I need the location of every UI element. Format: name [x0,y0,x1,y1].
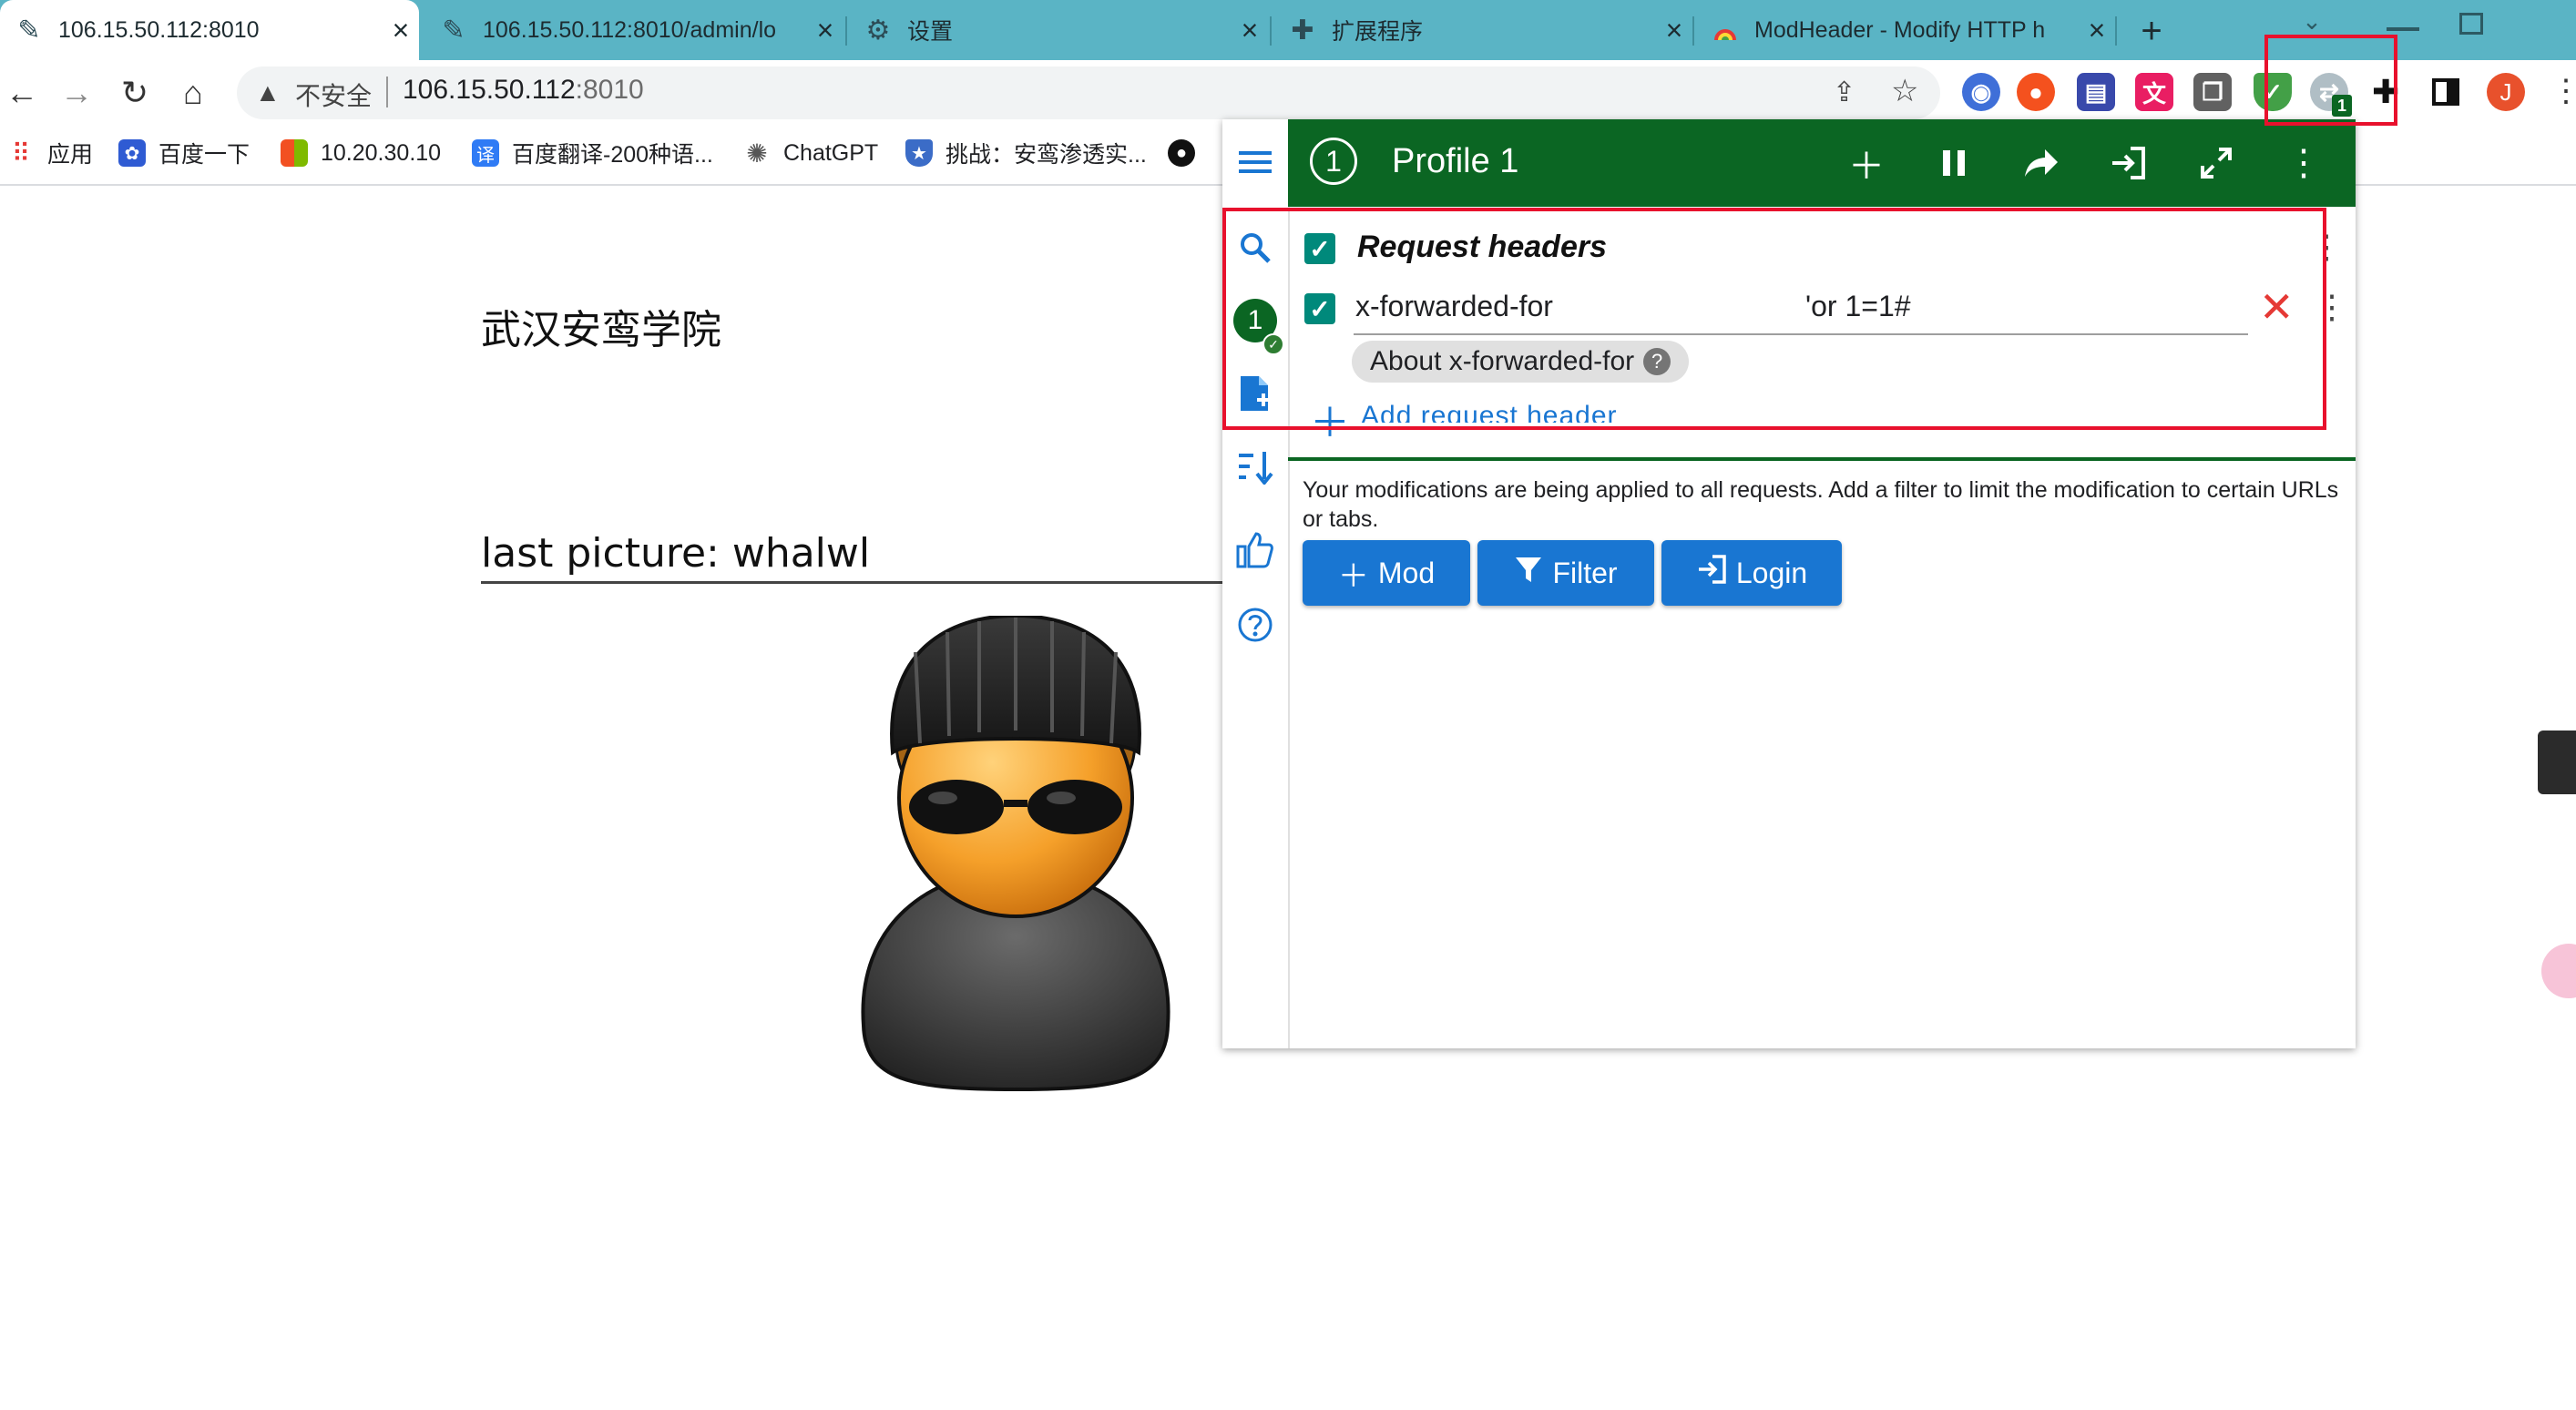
back-icon[interactable]: ← [0,71,44,115]
filter-button-label: Filter [1552,556,1618,589]
profile-name[interactable]: Profile 1 [1392,142,1518,181]
tab-separator [845,16,847,46]
import-icon[interactable] [2104,138,2153,188]
pen-icon: ✎ [17,15,41,46]
hacker-avatar-image [861,616,1170,1092]
share-arrow-icon[interactable] [2017,138,2066,188]
bookmark-apps[interactable]: ⠿ 应用 [7,135,93,171]
tab-close-button[interactable]: × [807,14,843,47]
tab-3[interactable]: ⚙ 设置 × [849,0,1268,60]
modheader-icon [1709,14,1742,46]
tab-close-button[interactable]: × [1656,14,1692,47]
tab-title: 106.15.50.112:8010/admin/lo [483,16,777,43]
picture-caption: last picture: whalwl [481,530,871,577]
profile-avatar[interactable]: J [2487,73,2525,111]
bookmark-github[interactable]: ● [1168,135,1208,171]
tab-separator [1692,16,1694,46]
bookmark-ip[interactable]: 10.20.30.10 [281,135,441,171]
floating-input-widget[interactable] [2541,944,2576,998]
login-button-label: Login [1735,556,1808,589]
login-button[interactable]: Login [1661,540,1842,606]
tab-search-chevron-icon[interactable]: ⌄ [2290,7,2334,35]
gear-icon: ⚙ [865,15,891,46]
minimize-icon[interactable] [2387,27,2419,31]
translate-extension-icon[interactable]: 文 [2135,73,2173,111]
share-icon[interactable]: ⇪ [1833,77,1855,108]
url-host: 106.15.50.112 [403,75,576,105]
url-port: :8010 [575,75,644,105]
apps-grid-icon: ⠿ [11,138,31,168]
baidu-paw-icon: ✿ [118,139,146,167]
forward-icon[interactable]: → [55,71,98,115]
modification-info-text: Your modifications are being applied to … [1303,477,2339,532]
tab-separator [2115,16,2117,46]
highlight-box-extension [2264,35,2397,126]
tab-5[interactable]: ModHeader - Modify HTTP h × [1696,0,2115,60]
restore-icon[interactable] [2459,13,2483,35]
tab-1[interactable]: ✎ 106.15.50.112:8010 × [0,0,419,60]
bookmark-chatgpt[interactable]: ✺ ChatGPT [743,135,878,171]
globe-extension-icon[interactable]: ◉ [1962,73,2000,111]
puzzle-icon: ✚ [1291,15,1314,46]
help-circle-icon[interactable] [1235,605,1275,645]
add-filter-button[interactable]: Filter [1477,540,1654,606]
bookmark-label: 百度翻译-200种语... [512,142,713,168]
menu-kebab-icon[interactable]: ⋮ [2550,73,2576,109]
caption-underline [481,581,1228,584]
tab-4[interactable]: ✚ 扩展程序 × [1273,0,1692,60]
bookmark-label: 10.20.30.10 [321,139,442,166]
omnibox-divider [386,77,388,107]
filter-icon [1514,555,1543,592]
new-tab-button[interactable]: + [2130,9,2173,53]
tab-title: 106.15.50.112:8010 [58,16,260,43]
tab-title: ModHeader - Modify HTTP h [1754,16,2046,43]
openai-icon: ✺ [746,138,768,168]
bookmark-star-icon[interactable]: ☆ [1891,73,1918,109]
warning-icon[interactable]: ▲ [255,78,281,107]
home-icon[interactable]: ⌂ [171,71,215,115]
mod-button-label: Mod [1377,556,1436,589]
tab-title: 扩展程序 [1332,19,1424,45]
shield-icon: ★ [905,139,933,167]
windows-logo-icon [281,139,308,167]
bookmark-label: ChatGPT [783,139,879,166]
tab-close-button[interactable]: × [1232,14,1268,47]
login-icon [1696,554,1727,593]
expand-icon[interactable] [2192,138,2241,188]
bookmark-label: 挑战：安鸾渗透实... [946,142,1147,168]
translate-icon: 译 [472,139,499,167]
bookmark-challenge[interactable]: ★ 挑战：安鸾渗透实... [905,135,1147,171]
highlight-box-request-headers [1222,208,2326,430]
sort-icon[interactable] [1235,446,1275,486]
pause-icon[interactable] [1929,138,1978,188]
security-label[interactable]: 不安全 [295,77,372,113]
reload-icon[interactable]: ↻ [113,71,157,115]
cookie-extension-icon[interactable]: ● [2017,73,2055,111]
add-icon[interactable]: ＋ [1842,138,1891,188]
hamburger-menu-icon[interactable] [1235,142,1275,182]
tab-separator [1270,16,1272,46]
page-heading: 武汉安鸾学院 [481,307,721,353]
github-icon: ● [1168,139,1195,167]
floating-mic-widget[interactable] [2538,731,2576,794]
save-extension-icon[interactable]: ▤ [2077,73,2115,111]
side-panel-icon[interactable] [2432,78,2459,106]
tabs-extension-icon[interactable]: ❐ [2193,73,2232,111]
pen-icon: ✎ [442,15,465,46]
thumbs-up-icon[interactable] [1235,530,1275,570]
bookmark-baidu[interactable]: ✿ 百度一下 [118,135,250,171]
tab-close-button[interactable]: × [383,14,419,47]
url-text[interactable]: 106.15.50.112:8010 [403,75,644,106]
plus-icon: ＋ [1337,558,1369,594]
bookmark-label: 百度一下 [158,142,250,168]
section-divider [1288,457,2356,461]
bookmark-baidu-translate[interactable]: 译 百度翻译-200种语... [472,135,713,171]
tab-close-button[interactable]: × [2079,14,2115,47]
profile-number-badge[interactable]: 1 [1310,138,1357,185]
tab-title: 设置 [907,19,954,45]
add-mod-button[interactable]: ＋ Mod [1303,540,1470,606]
tab-2[interactable]: ✎ 106.15.50.112:8010/admin/lo × [424,0,843,60]
header-kebab-icon[interactable]: ⋮ [2279,138,2328,188]
bookmark-label: 应用 [47,142,94,168]
